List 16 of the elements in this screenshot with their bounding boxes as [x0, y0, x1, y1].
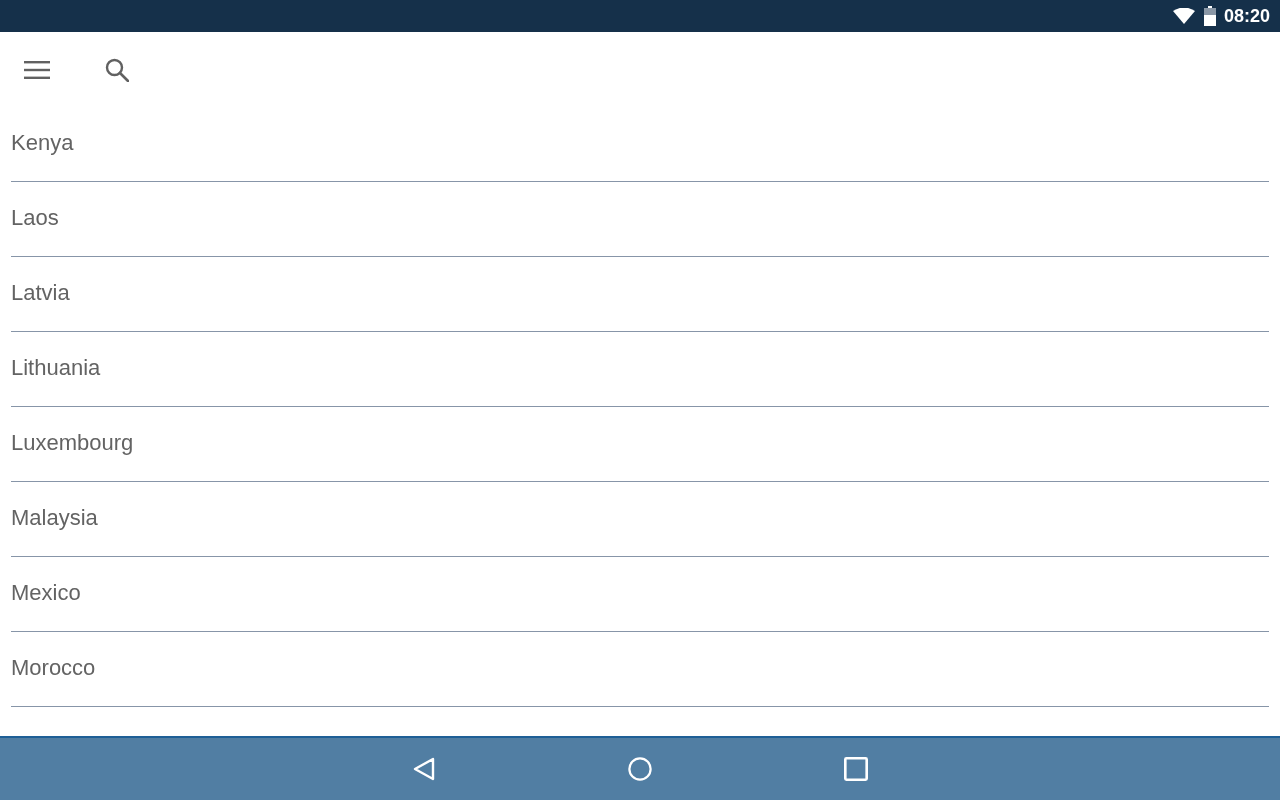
country-list-item[interactable]: Mexico	[11, 557, 1269, 632]
country-list-item[interactable]: Morocco	[11, 632, 1269, 707]
battery-icon	[1203, 6, 1216, 26]
country-list-item[interactable]: Laos	[11, 182, 1269, 257]
country-list-item[interactable]: Kenya	[11, 107, 1269, 182]
country-list-item[interactable]: Lithuania	[11, 332, 1269, 407]
back-triangle-icon	[412, 757, 436, 781]
wifi-icon	[1172, 8, 1195, 24]
recents-square-icon	[844, 757, 868, 781]
home-circle-icon	[628, 757, 652, 781]
status-time: 08:20	[1223, 5, 1270, 27]
country-list-item[interactable]: Latvia	[11, 257, 1269, 332]
country-list-item[interactable]: Malaysia	[11, 482, 1269, 557]
country-list-item[interactable]: Luxembourg	[11, 407, 1269, 482]
menu-icon	[24, 60, 50, 79]
search-icon	[105, 57, 129, 82]
